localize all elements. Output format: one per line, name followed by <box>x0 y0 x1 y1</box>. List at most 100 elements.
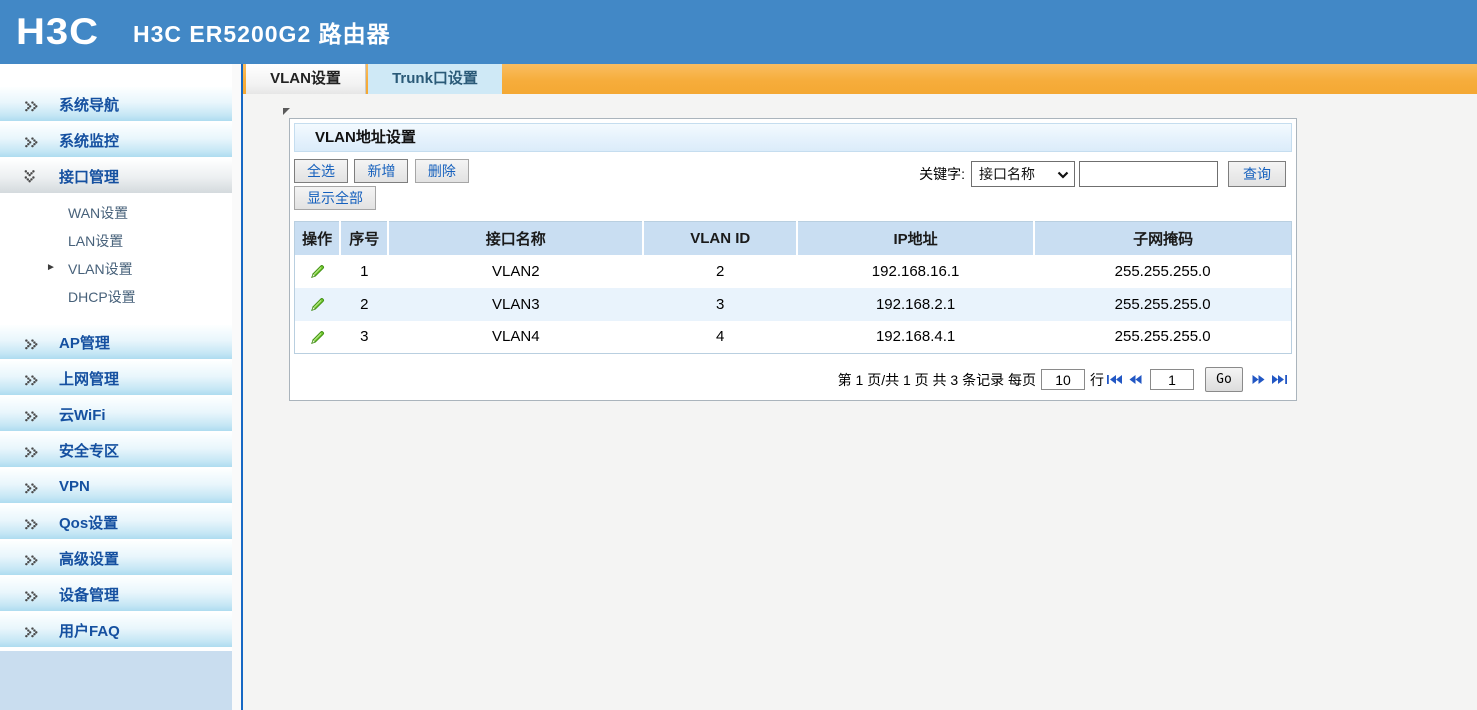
double-chevron-right-icon <box>24 589 39 601</box>
sidebar-item-device-mgmt[interactable]: 设备管理 <box>0 577 232 611</box>
sidebar-subitem-label: LAN设置 <box>68 233 124 249</box>
double-chevron-right-icon <box>24 373 39 385</box>
double-chevron-right-icon <box>24 553 39 565</box>
tab-bar: VLAN设置 Trunk口设置 <box>243 64 1477 94</box>
sidebar-item-internet-mgmt[interactable]: 上网管理 <box>0 361 232 395</box>
sidebar-item-label: 安全专区 <box>59 442 120 460</box>
sidebar-item-label: 上网管理 <box>59 370 120 388</box>
rows-suffix-text: 行 <box>1090 371 1104 388</box>
next-page-icon[interactable] <box>1252 375 1265 384</box>
app-header: H3C H3C ER5200G2 路由器 <box>0 0 1477 64</box>
tab-trunk-settings[interactable]: Trunk口设置 <box>368 64 502 94</box>
panel-toolbar: 全选 新增 删除 显示全部 关键字: 接口名称 查询 <box>294 159 1292 211</box>
last-page-icon[interactable] <box>1271 375 1287 384</box>
panel-title: VLAN地址设置 <box>294 123 1292 152</box>
chevron-down-icon <box>1057 166 1069 182</box>
sidebar-item-interface-mgmt[interactable]: 接口管理 <box>0 159 232 193</box>
h3c-logo: H3C <box>16 11 100 53</box>
cell-seq: 1 <box>360 262 369 280</box>
add-button[interactable]: 新增 <box>354 159 409 183</box>
arrow-right-icon: ► <box>46 262 56 273</box>
sidebar-subitem-label: DHCP设置 <box>68 289 136 305</box>
cell-seq: 2 <box>340 287 389 321</box>
sidebar-item-security-zone[interactable]: 安全专区 <box>0 433 232 467</box>
sidebar-subitem-wan[interactable]: WAN设置 <box>0 199 232 227</box>
rows-per-page-input[interactable] <box>1041 369 1085 390</box>
cell-ip: 192.168.4.1 <box>875 328 956 346</box>
sidebar-subitem-vlan[interactable]: ► VLAN设置 <box>0 255 232 283</box>
main-content: VLAN设置 Trunk口设置 VLAN地址设置 全选 新增 删除 显示全部 关… <box>243 64 1477 710</box>
sidebar-item-label: Qos设置 <box>59 514 119 532</box>
keyword-input[interactable] <box>1079 161 1218 187</box>
go-button[interactable]: Go <box>1205 367 1243 392</box>
sidebar-subitem-lan[interactable]: LAN设置 <box>0 227 232 255</box>
table-row: 1 VLAN2 2 192.168.16.1 255.255.255.0 <box>295 255 1292 288</box>
sidebar-column: 系统导航 系统监控 接口管理 WAN设置 LAN设置 ► VLAN设置 DHCP… <box>0 64 241 710</box>
cell-vlan-id: 4 <box>716 328 725 346</box>
double-chevron-right-icon <box>24 481 39 493</box>
edit-pencil-icon[interactable] <box>309 263 326 280</box>
vlan-address-panel: VLAN地址设置 全选 新增 删除 显示全部 关键字: 接口名称 查询 操作 序… <box>283 108 1297 401</box>
app-body: 系统导航 系统监控 接口管理 WAN设置 LAN设置 ► VLAN设置 DHCP… <box>0 64 1477 710</box>
show-all-button[interactable]: 显示全部 <box>294 186 376 210</box>
cell-vlan-id: 2 <box>716 262 725 280</box>
sidebar-item-qos[interactable]: Qos设置 <box>0 505 232 539</box>
cell-interface-name: VLAN3 <box>388 287 644 321</box>
sidebar-item-user-faq[interactable]: 用户FAQ <box>0 613 232 647</box>
col-header-mask: 子网掩码 <box>1034 221 1292 255</box>
search-field-select[interactable]: 接口名称 <box>971 161 1075 187</box>
query-button[interactable]: 查询 <box>1228 161 1286 187</box>
sidebar-item-label: 高级设置 <box>59 550 120 568</box>
select-all-button[interactable]: 全选 <box>294 159 348 183</box>
cell-ip: 192.168.16.1 <box>871 262 960 280</box>
sidebar-item-label: 云WiFi <box>59 406 106 424</box>
delete-button[interactable]: 删除 <box>414 159 469 183</box>
sidebar-item-advanced[interactable]: 高级设置 <box>0 541 232 575</box>
col-header-ip: IP地址 <box>796 221 1036 255</box>
col-header-seq: 序号 <box>340 221 390 255</box>
sidebar-item-label: AP管理 <box>59 334 110 352</box>
sidebar-item-label: 系统监控 <box>59 132 120 150</box>
double-chevron-right-icon <box>24 445 39 457</box>
cell-seq: 3 <box>360 328 369 346</box>
sidebar-item-system-monitor[interactable]: 系统监控 <box>0 123 232 157</box>
cell-mask: 255.255.255.0 <box>1114 262 1211 280</box>
prev-page-icon[interactable] <box>1129 375 1142 384</box>
cell-interface-name: VLAN2 <box>492 262 540 280</box>
panel-corner-icon <box>283 108 290 115</box>
cell-vlan-id: 3 <box>643 287 797 321</box>
sidebar-item-label: VPN <box>59 477 90 495</box>
search-box: 关键字: 接口名称 查询 <box>919 161 1288 187</box>
sidebar-item-vpn[interactable]: VPN <box>0 469 232 503</box>
col-header-action: 操作 <box>294 221 342 255</box>
sidebar-item-system-nav[interactable]: 系统导航 <box>0 87 232 121</box>
sidebar-subitem-dhcp[interactable]: DHCP设置 <box>0 283 232 311</box>
first-page-icon[interactable] <box>1107 375 1123 384</box>
table-row: 2 VLAN3 3 192.168.2.1 255.255.255.0 <box>294 287 1292 321</box>
tab-vlan-settings[interactable]: VLAN设置 <box>246 64 366 94</box>
pagination-bar: 第 1 页/共 1 页 共 3 条记录 每页 行 Go <box>294 367 1290 392</box>
sidebar-filler <box>0 651 232 710</box>
cell-mask: 255.255.255.0 <box>1034 287 1292 321</box>
table-header-row: 操作 序号 接口名称 VLAN ID IP地址 子网掩码 <box>294 221 1292 255</box>
app-title: H3C ER5200G2 路由器 <box>133 21 391 47</box>
cell-interface-name: VLAN4 <box>492 328 540 346</box>
sidebar-item-cloud-wifi[interactable]: 云WiFi <box>0 397 232 431</box>
sidebar-item-label: 接口管理 <box>59 168 120 186</box>
double-chevron-right-icon <box>24 99 39 111</box>
search-field-selected-value: 接口名称 <box>979 166 1035 182</box>
double-chevron-right-icon <box>24 625 39 637</box>
edit-pencil-icon[interactable] <box>309 329 326 346</box>
keyword-label: 关键字: <box>919 166 965 182</box>
sidebar-item-ap-mgmt[interactable]: AP管理 <box>0 325 232 359</box>
cell-mask: 255.255.255.0 <box>1114 328 1211 346</box>
double-chevron-right-icon <box>24 135 39 147</box>
sidebar-item-label: 系统导航 <box>59 96 120 114</box>
page-info-text: 第 1 页/共 1 页 共 3 条记录 每页 <box>837 371 1036 388</box>
goto-page-input[interactable] <box>1150 369 1194 390</box>
col-header-vlan-id: VLAN ID <box>643 221 798 255</box>
col-header-interface-name: 接口名称 <box>388 221 645 255</box>
double-chevron-right-icon <box>24 517 39 529</box>
edit-pencil-icon[interactable] <box>309 296 326 313</box>
table-row: 3 VLAN4 4 192.168.4.1 255.255.255.0 <box>295 321 1292 354</box>
